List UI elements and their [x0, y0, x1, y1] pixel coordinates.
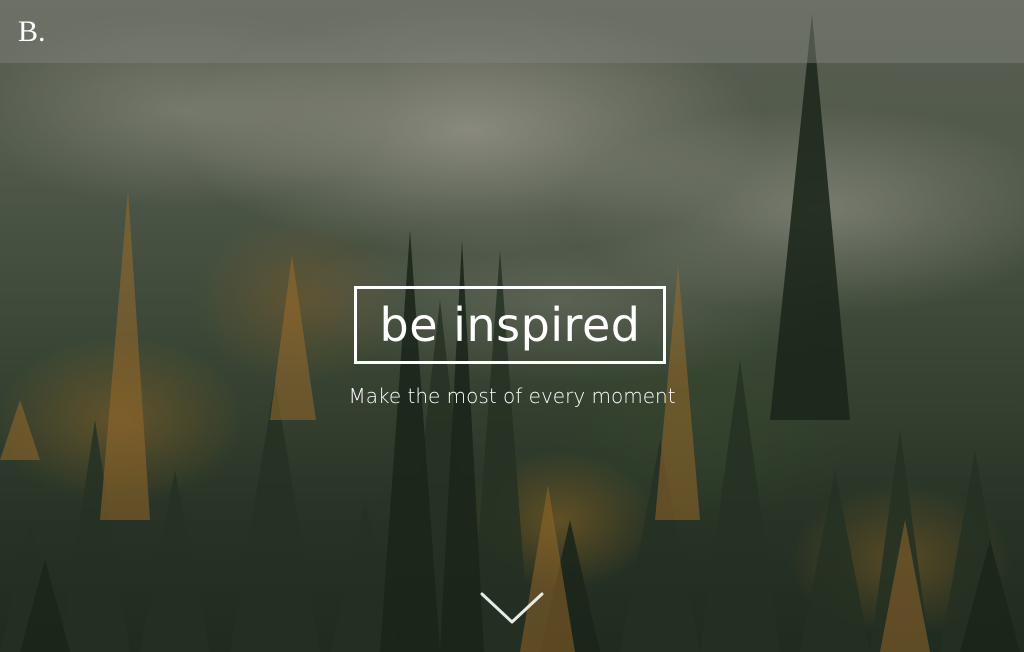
- brand-logo[interactable]: B.: [18, 14, 46, 50]
- top-navigation-bar: B.: [0, 0, 1024, 63]
- hero-subtitle: Make the most of every moment: [348, 384, 676, 408]
- hero-headline: be inspired: [379, 298, 641, 352]
- headline-frame: be inspired: [354, 286, 666, 364]
- chevron-down-icon: [480, 592, 544, 624]
- scroll-down-button[interactable]: [479, 588, 545, 628]
